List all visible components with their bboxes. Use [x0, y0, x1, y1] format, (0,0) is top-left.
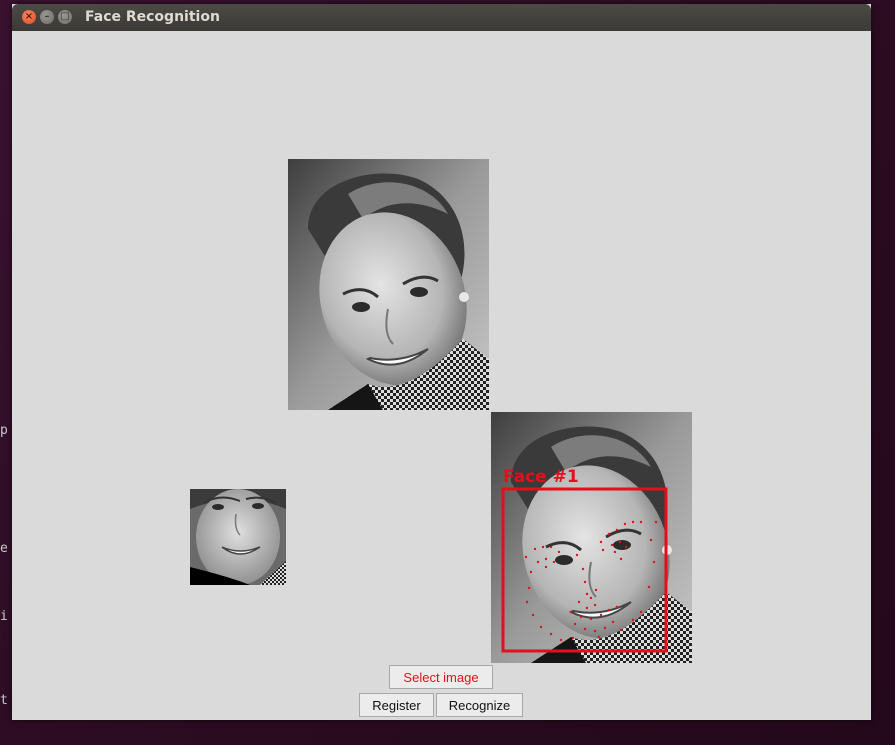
select-image-button[interactable]: Select image [389, 665, 493, 689]
title-bar[interactable]: × – □ Face Recognition [12, 4, 871, 31]
detection-result-image: Face #1 [491, 412, 692, 663]
maximize-window-button[interactable]: □ [58, 10, 72, 24]
recognize-button[interactable]: Recognize [436, 693, 523, 717]
maximize-icon: □ [60, 11, 70, 22]
close-window-button[interactable]: × [22, 10, 36, 24]
window-content: Face #1 Select image Register Recognize [12, 31, 871, 720]
window-title: Face Recognition [85, 9, 220, 25]
original-face-image [288, 159, 489, 410]
terminal-text-fragment: e [0, 541, 8, 556]
minimize-window-button[interactable]: – [40, 10, 54, 24]
face-label: Face #1 [503, 467, 579, 487]
close-icon: × [24, 11, 34, 22]
register-button[interactable]: Register [359, 693, 434, 717]
terminal-text-fragment: p [0, 423, 8, 438]
face-recognition-window: × – □ Face Recognition Face #1 Select im… [12, 4, 871, 720]
face-photo-icon [288, 159, 489, 410]
terminal-text-fragment: i [0, 609, 8, 624]
face-photo-icon: Face #1 [491, 412, 692, 663]
minimize-icon: – [44, 11, 50, 22]
terminal-text-fragment: t [0, 693, 8, 708]
face-photo-icon [190, 489, 286, 585]
aligned-face-image [190, 489, 286, 585]
